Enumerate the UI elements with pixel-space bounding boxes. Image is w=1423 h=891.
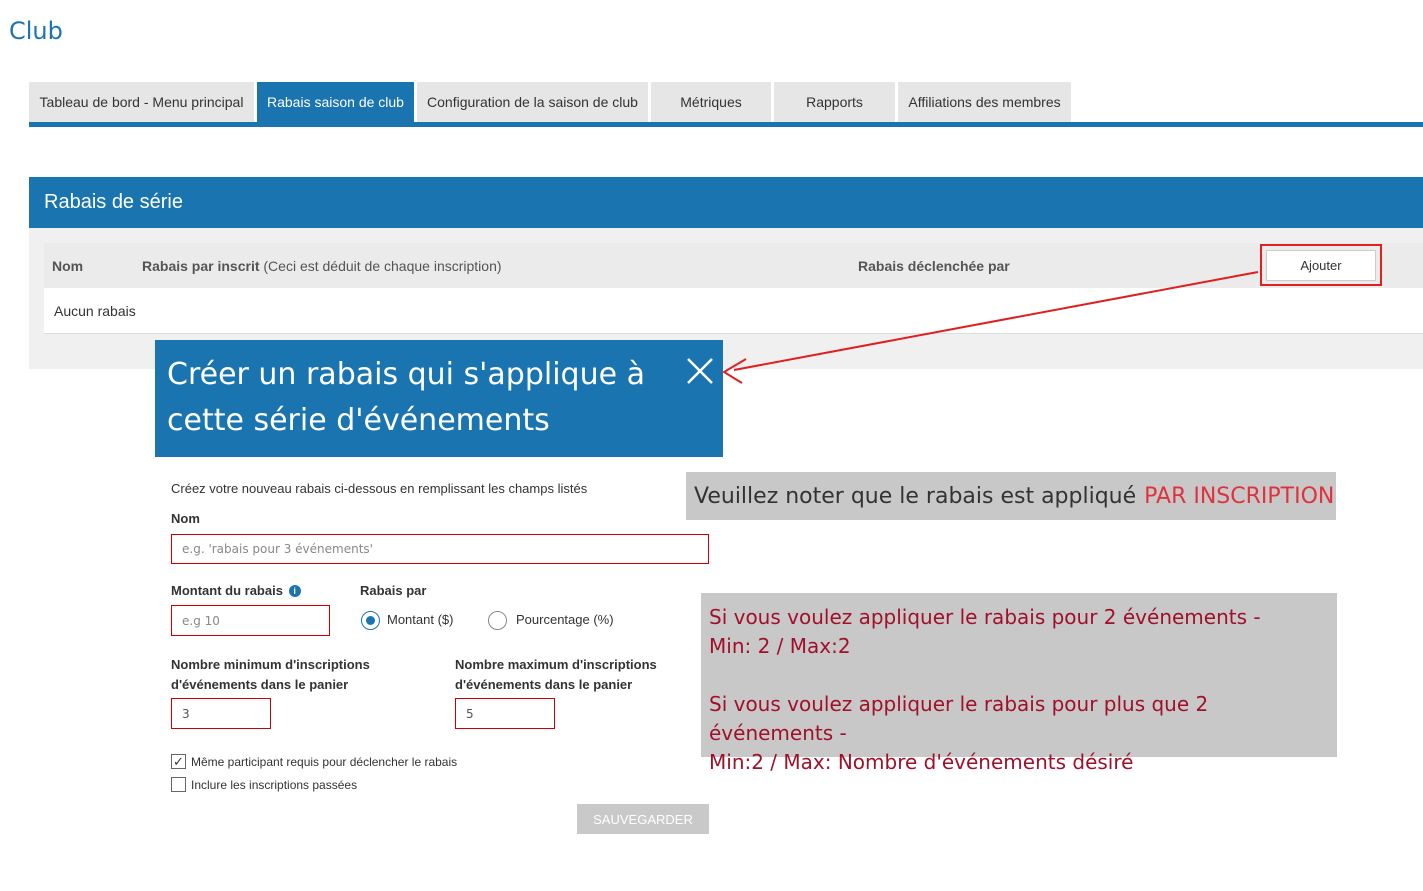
include-past-label: Inclure les inscriptions passées [191,778,358,792]
min-label: Nombre minimum d'inscriptions d'événemen… [171,655,370,695]
note-min-max: Si vous voulez appliquer le rabais pour … [701,593,1337,774]
min-label-line2: d'événements dans le panier [171,677,349,692]
min-label-line1: Nombre minimum d'inscriptions [171,657,370,672]
radio-amount[interactable] [361,611,380,630]
amount-label-text: Montant du rabais [171,583,283,598]
note2-line1: Si vous voulez appliquer le rabais pour … [709,605,1261,629]
callout-title: Créer un rabais qui s'applique à cette s… [155,340,723,457]
note-per-registration: Veuillez noter que le rabais est appliqu… [686,472,1336,520]
max-input[interactable]: 5 [455,698,555,729]
callout-text: Créer un rabais qui s'applique à cette s… [167,357,645,438]
same-participant-checkbox[interactable]: ✓ [171,754,186,769]
same-participant-label: Même participant requis pour déclencher … [191,755,458,769]
close-icon[interactable] [684,355,716,387]
radio-percent[interactable] [488,611,507,630]
name-label: Nom [171,511,200,526]
max-label: Nombre maximum d'inscriptions d'événemen… [455,655,657,695]
radio-amount-label: Montant ($) [387,612,454,627]
radio-percent-label: Pourcentage (%) [516,612,614,627]
form-intro: Créez votre nouveau rabais ci-dessous en… [171,481,588,496]
annotation-arrow-line [733,271,1259,371]
min-input[interactable]: 3 [171,698,271,729]
note2-line3: Si vous voulez appliquer le rabais pour … [709,692,1209,745]
note2-line4: Min:2 / Max: Nombre d'événements désiré [709,750,1134,774]
save-button[interactable]: SAUVEGARDER [577,804,709,834]
amount-input[interactable]: e.g 10 [171,605,330,636]
name-input[interactable]: e.g. 'rabais pour 3 événements' [171,534,709,564]
discount-by-label: Rabais par [360,583,427,598]
include-past-checkbox[interactable] [171,777,186,792]
max-label-line2: d'événements dans le panier [455,677,633,692]
note1-highlight: PAR INSCRIPTION [1144,483,1335,509]
info-icon[interactable]: i [288,585,301,597]
annotation-arrow-head [722,358,747,384]
amount-label: Montant du rabais i [171,583,301,598]
max-label-line1: Nombre maximum d'inscriptions [455,657,657,672]
note2-line2: Min: 2 / Max:2 [709,634,851,658]
note1-text: Veuillez noter que le rabais est appliqu… [694,483,1137,509]
